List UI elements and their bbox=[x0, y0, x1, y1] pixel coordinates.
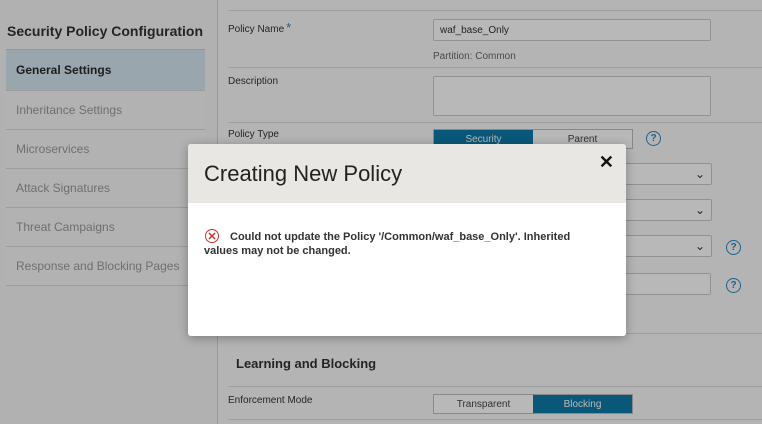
close-icon[interactable]: ✕ bbox=[599, 152, 614, 173]
modal-title: Creating New Policy bbox=[204, 161, 403, 186]
page: Security Policy Configuration General Se… bbox=[0, 0, 762, 424]
error-message: Could not update the Policy '/Common/waf… bbox=[204, 231, 571, 257]
modal-header: Creating New Policy ✕ bbox=[188, 144, 626, 203]
creating-policy-modal: Creating New Policy ✕ ✕ Could not update… bbox=[188, 144, 626, 336]
